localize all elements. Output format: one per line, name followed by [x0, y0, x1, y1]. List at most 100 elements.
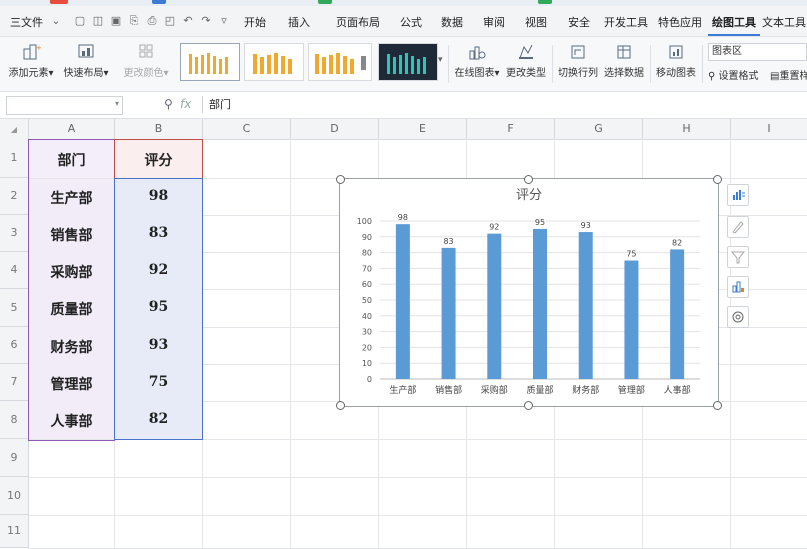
preview-icon[interactable]: ◰ [164, 15, 176, 27]
tab-data[interactable]: 数据 [441, 14, 463, 30]
cell-department[interactable]: 质量部 [29, 299, 114, 319]
change-type-button[interactable]: 更改类型 [504, 43, 548, 79]
resize-handle-bottom-center[interactable] [524, 401, 533, 410]
chart-elements-tool[interactable] [727, 184, 749, 206]
tab-review[interactable]: 审阅 [483, 14, 505, 30]
select-data-button[interactable]: 选择数据 [602, 43, 646, 79]
cell-score[interactable]: 93 [115, 337, 202, 353]
chart-settings-tool[interactable] [727, 306, 749, 328]
chart-style-thumb-4[interactable] [378, 43, 438, 81]
file-menu[interactable]: 三文件 [10, 14, 43, 30]
row-header[interactable]: 6 [0, 327, 29, 364]
tab-developer[interactable]: 开发工具 [604, 14, 648, 30]
online-chart-button[interactable]: 在线图表▾ [452, 43, 502, 79]
column-header-i[interactable]: I [731, 119, 807, 139]
row-header[interactable]: 4 [0, 252, 29, 289]
tab-insert[interactable]: 插入 [288, 14, 310, 30]
cell-score[interactable]: 83 [115, 225, 202, 241]
chart-bar[interactable] [533, 228, 547, 379]
chart-style-tool[interactable] [727, 216, 749, 238]
column-header-f[interactable]: F [467, 119, 555, 139]
cell-department[interactable]: 管理部 [29, 374, 114, 394]
resize-handle-bottom-left[interactable] [336, 401, 345, 410]
row-header[interactable]: 8 [0, 401, 29, 439]
zoom-lookup-icon[interactable]: ⚲ [164, 97, 173, 111]
cell-header-score[interactable]: 评分 [115, 150, 202, 170]
print-icon[interactable]: ⎙ [146, 15, 158, 27]
cell-department[interactable]: 财务部 [29, 337, 114, 357]
row-header[interactable]: 5 [0, 289, 29, 327]
change-color-button[interactable]: 更改颜色▾ [120, 43, 172, 79]
tab-text-tools[interactable]: 文本工具 [762, 14, 806, 30]
name-box[interactable]: ▾ [6, 96, 123, 115]
row-header[interactable]: 2 [0, 178, 29, 215]
chart-element-select[interactable]: 图表区 [708, 43, 807, 61]
chart-bar[interactable] [670, 249, 685, 379]
cell-score[interactable]: 95 [115, 299, 202, 315]
redo-icon[interactable]: ↷ [200, 15, 212, 27]
row-header[interactable]: 3 [0, 215, 29, 252]
row-header[interactable]: 7 [0, 364, 29, 401]
export-icon[interactable]: ⎘ [128, 15, 140, 27]
row-header[interactable]: 9 [0, 439, 29, 477]
style-gallery-more-icon[interactable]: ▾ [438, 55, 443, 65]
name-box-dropdown-icon[interactable]: ▾ [115, 99, 119, 108]
tab-home[interactable]: 开始 [244, 14, 266, 30]
chart-title[interactable]: 评分 [516, 188, 542, 203]
column-header-c[interactable]: C [203, 119, 291, 139]
bar-chart[interactable]: 评分 0 10 20 30 40 50 60 70 80 90 100 98 生产部 83 销售部 92 采购部… [339, 178, 719, 407]
resize-handle-bottom-right[interactable] [713, 401, 722, 410]
tab-drawing-tools[interactable]: 绘图工具 [712, 14, 756, 30]
resize-handle-top-left[interactable] [336, 175, 345, 184]
row-header[interactable]: 1 [0, 139, 29, 178]
chart-online-tool[interactable] [727, 276, 749, 298]
tab-special-apps[interactable]: 特色应用 [658, 14, 702, 30]
cell-department[interactable]: 生产部 [29, 188, 114, 208]
column-header-e[interactable]: E [379, 119, 467, 139]
tab-view[interactable]: 视图 [525, 14, 547, 30]
customize-dropdown-icon[interactable]: ▿ [218, 15, 230, 27]
chart-bar[interactable] [487, 233, 502, 379]
fx-icon[interactable]: fx [180, 97, 191, 111]
row-header[interactable]: 10 [0, 477, 29, 515]
chart-style-thumb-3[interactable] [308, 43, 372, 81]
chart-bar[interactable] [624, 260, 639, 380]
quick-layout-button[interactable]: 快速布局▾ [60, 43, 112, 79]
row-header[interactable]: 11 [0, 515, 29, 548]
chart-bar[interactable] [441, 247, 456, 379]
column-header-b[interactable]: B [115, 119, 203, 139]
tab-page-layout[interactable]: 页面布局 [336, 14, 380, 30]
add-element-button[interactable]: + 添加元素▾ [6, 43, 56, 79]
chart-filter-tool[interactable] [727, 246, 749, 268]
tab-security[interactable]: 安全 [568, 14, 590, 30]
save-icon[interactable]: ▣ [110, 15, 122, 27]
cell-header-department[interactable]: 部门 [29, 150, 114, 170]
cell-department[interactable]: 销售部 [29, 225, 114, 245]
select-all-corner[interactable]: ◢ [0, 119, 29, 139]
column-header-a[interactable]: A [29, 119, 115, 139]
chart-bar[interactable] [395, 224, 410, 379]
undo-icon[interactable]: ↶ [182, 15, 194, 27]
tab-formulas[interactable]: 公式 [400, 14, 422, 30]
open-folder-icon[interactable]: ◫ [92, 15, 104, 27]
new-file-icon[interactable]: ▢ [74, 15, 86, 27]
move-chart-button[interactable]: 移动图表 [654, 43, 698, 79]
cell-department[interactable]: 人事部 [29, 411, 114, 431]
cell-score[interactable]: 92 [115, 262, 202, 278]
column-header-h[interactable]: H [643, 119, 731, 139]
cell-score[interactable]: 98 [115, 188, 202, 204]
column-header-d[interactable]: D [291, 119, 379, 139]
cell-score[interactable]: 75 [115, 374, 202, 390]
chevron-down-icon[interactable]: ⌄ [50, 15, 62, 27]
set-format-button[interactable]: ⚲ 设置格式 [708, 67, 759, 82]
column-header-g[interactable]: G [555, 119, 643, 139]
chart-bar[interactable] [578, 232, 593, 379]
resize-handle-top-center[interactable] [524, 175, 533, 184]
cell-department[interactable]: 采购部 [29, 262, 114, 282]
resize-handle-top-right[interactable] [713, 175, 722, 184]
chart-style-thumb-2[interactable] [244, 43, 304, 81]
reset-style-button[interactable]: ▤重置样 [770, 67, 807, 82]
cell-score[interactable]: 82 [115, 411, 202, 427]
chart-style-thumb-1[interactable] [180, 43, 240, 81]
formula-input[interactable]: 部门 [202, 96, 807, 113]
